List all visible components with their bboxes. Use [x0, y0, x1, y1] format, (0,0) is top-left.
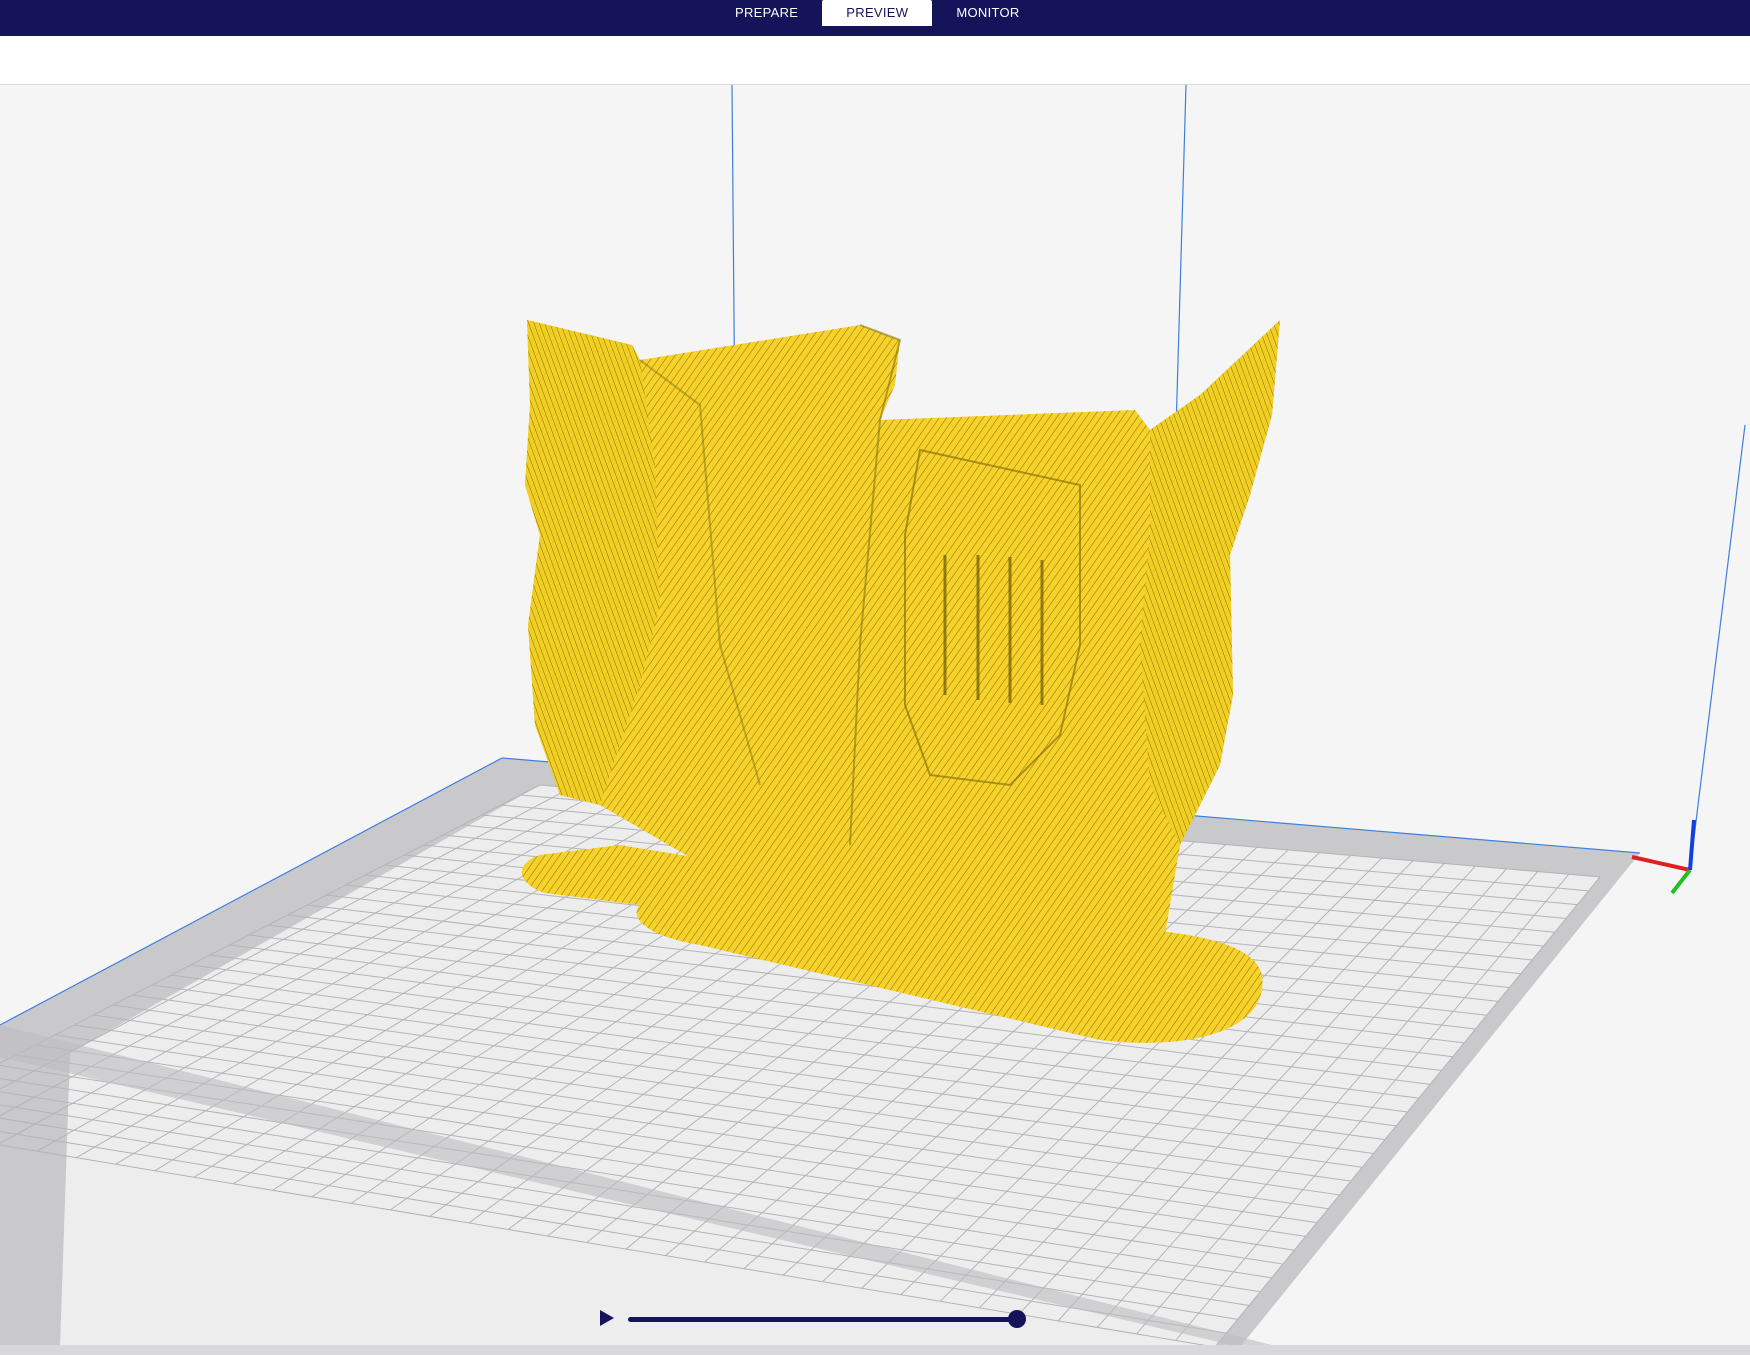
stage-tabs: PREPARE PREVIEW MONITOR: [711, 0, 1044, 26]
stage-menu-bar: [0, 36, 1750, 85]
bottom-strip: [0, 1345, 1750, 1355]
layer-slider-track[interactable]: [628, 1317, 1014, 1322]
play-icon[interactable]: [598, 1308, 616, 1328]
preview-viewport[interactable]: [0, 85, 1750, 1345]
tab-prepare[interactable]: PREPARE: [711, 0, 822, 26]
viewport-canvas[interactable]: [0, 85, 1750, 1345]
axis-gizmo: [1631, 819, 1696, 895]
tab-monitor[interactable]: MONITOR: [932, 0, 1043, 26]
layer-slider-handle[interactable]: [1008, 1310, 1026, 1328]
header-bar: PREPARE PREVIEW MONITOR: [0, 0, 1750, 36]
tab-preview[interactable]: PREVIEW: [822, 0, 933, 26]
